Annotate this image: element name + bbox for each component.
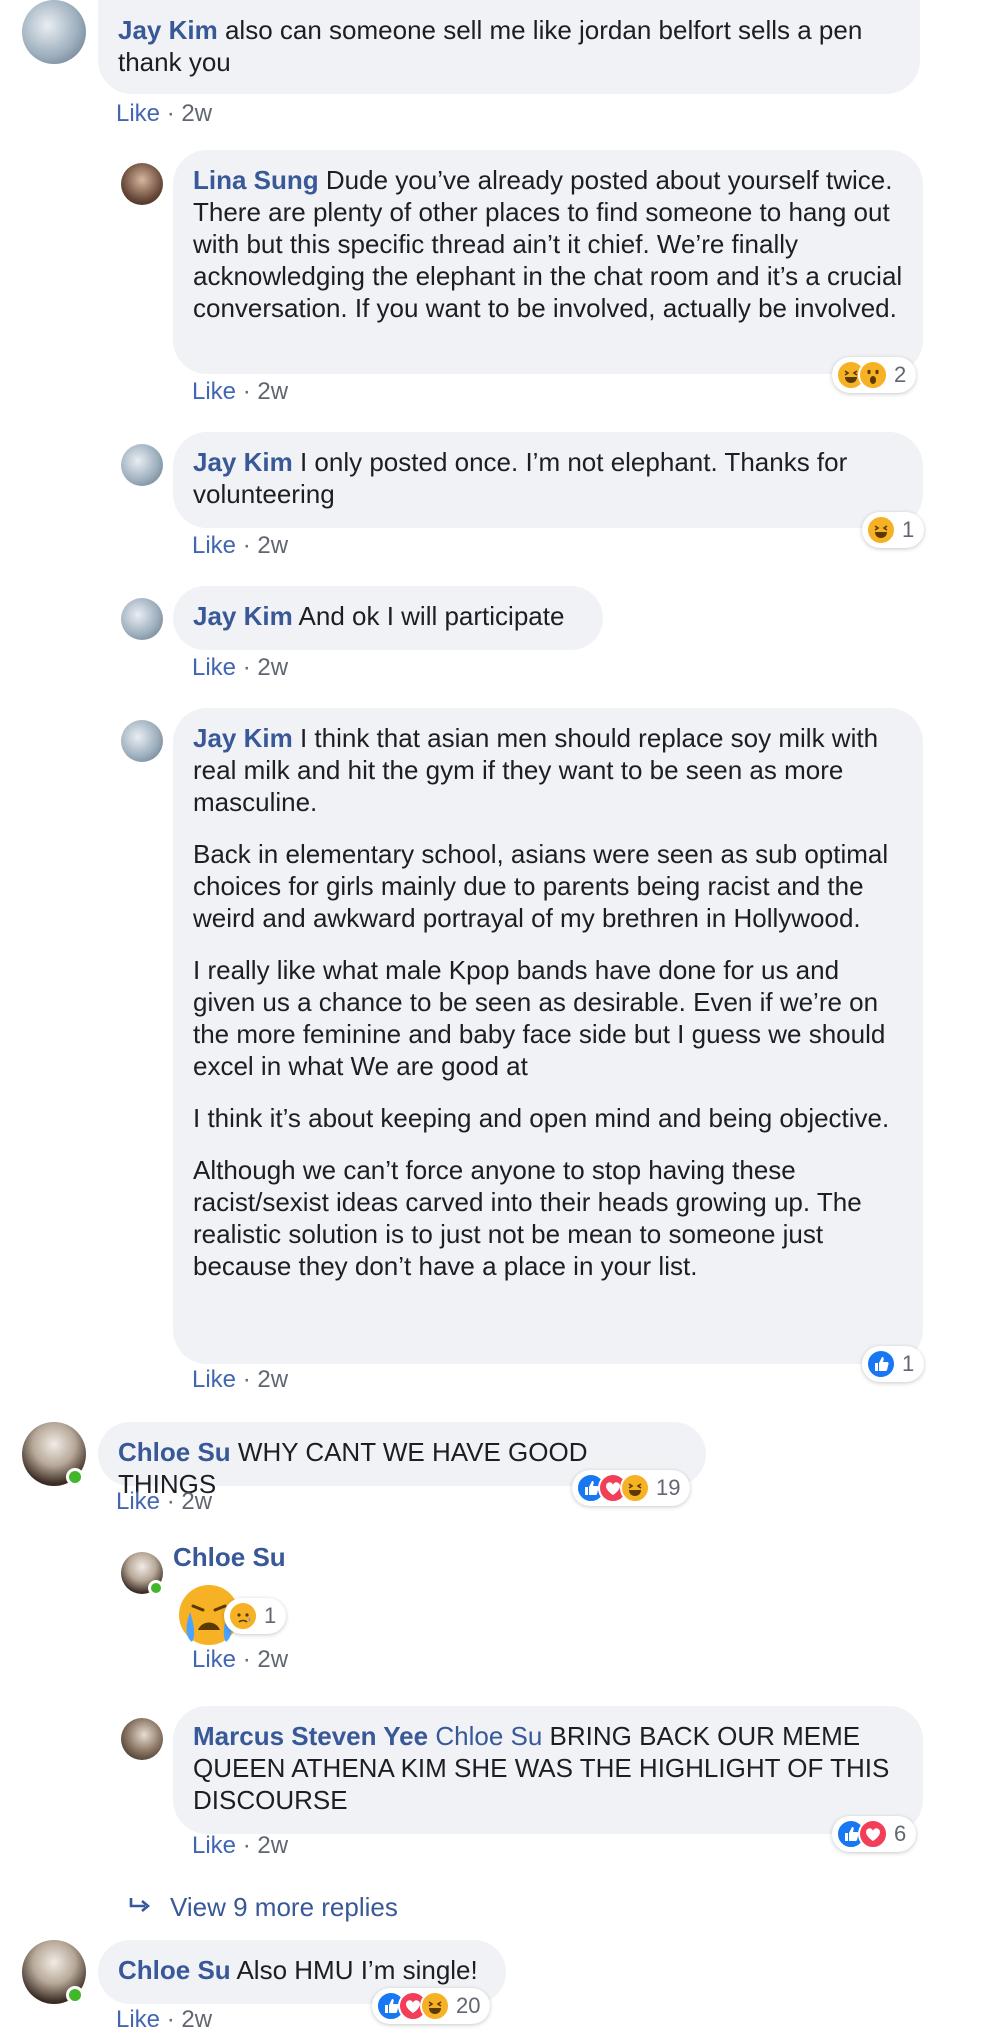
comment-actions: Like · 2w bbox=[192, 654, 289, 681]
haha-icon bbox=[866, 515, 896, 545]
timestamp[interactable]: 2w bbox=[181, 1488, 212, 1515]
reaction-summary[interactable]: 20 bbox=[372, 1988, 491, 2024]
avatar-jay-kim[interactable] bbox=[121, 598, 163, 640]
timestamp[interactable]: 2w bbox=[181, 100, 212, 127]
comment-bubble: Lina Sung Dude you’ve already posted abo… bbox=[173, 150, 923, 374]
view-more-label[interactable]: View 9 more replies bbox=[170, 1892, 398, 1923]
comment-text: also can someone sell me like jordan bel… bbox=[118, 15, 863, 77]
comment-author[interactable]: Chloe Su bbox=[118, 1437, 231, 1467]
comment-paragraph: Back in elementary school, asians were s… bbox=[193, 839, 889, 933]
like-button[interactable]: Like bbox=[116, 100, 160, 127]
avatar-jay-kim[interactable] bbox=[22, 0, 86, 64]
comment-paragraph: Although we can’t force anyone to stop h… bbox=[193, 1155, 862, 1281]
timestamp[interactable]: 2w bbox=[257, 1832, 288, 1859]
reaction-summary[interactable]: 1 bbox=[862, 512, 925, 548]
comment-paragraph: I really like what male Kpop bands have … bbox=[193, 955, 886, 1081]
like-button[interactable]: Like bbox=[116, 2006, 160, 2033]
online-status-indicator bbox=[148, 1580, 164, 1596]
comment-bubble: Jay Kim I think that asian men should re… bbox=[173, 708, 923, 1364]
reaction-summary[interactable]: 1 bbox=[862, 1346, 925, 1382]
reaction-count: 1 bbox=[902, 1351, 915, 1376]
love-icon bbox=[858, 1819, 888, 1849]
reaction-summary[interactable]: 6 bbox=[832, 1816, 917, 1852]
comment-author[interactable]: Lina Sung bbox=[193, 165, 319, 195]
comment-bubble: Jay Kim And ok I will participate bbox=[173, 586, 603, 650]
wow-icon bbox=[858, 360, 888, 390]
like-button[interactable]: Like bbox=[192, 1832, 236, 1859]
comment-actions: Like · 2w bbox=[116, 100, 213, 127]
comment-paragraph: I think it’s about keeping and open mind… bbox=[193, 1103, 890, 1133]
reaction-count: 6 bbox=[894, 1821, 907, 1846]
comment-text: I think that asian men should replace so… bbox=[193, 723, 879, 817]
comment-bubble: Marcus Steven Yee Chloe Su BRING BACK OU… bbox=[173, 1706, 923, 1834]
like-button[interactable]: Like bbox=[192, 378, 236, 405]
like-icon bbox=[866, 1349, 896, 1379]
timestamp[interactable]: 2w bbox=[181, 2006, 212, 2033]
comment-actions: Like · 2w bbox=[116, 2006, 213, 2033]
avatar-marcus-steven-yee[interactable] bbox=[121, 1718, 163, 1760]
comment-author[interactable]: Jay Kim bbox=[193, 601, 293, 631]
reaction-summary[interactable]: 2 bbox=[832, 357, 917, 393]
comment-actions: Like · 2w bbox=[192, 378, 289, 405]
timestamp[interactable]: 2w bbox=[257, 378, 288, 405]
reply-arrow-icon bbox=[128, 1892, 154, 1923]
haha-icon bbox=[420, 1991, 450, 2021]
haha-icon bbox=[620, 1473, 650, 1503]
comment-actions: Like · 2w bbox=[192, 1832, 289, 1859]
comment-author[interactable]: Marcus Steven Yee bbox=[193, 1721, 428, 1751]
reaction-count: 1 bbox=[264, 1603, 277, 1628]
reaction-count: 1 bbox=[902, 517, 915, 542]
comment-author[interactable]: Jay Kim bbox=[118, 15, 218, 45]
online-status-indicator bbox=[66, 1468, 84, 1486]
like-button[interactable]: Like bbox=[192, 532, 236, 559]
like-button[interactable]: Like bbox=[116, 1488, 160, 1515]
timestamp[interactable]: 2w bbox=[257, 532, 288, 559]
like-button[interactable]: Like bbox=[192, 654, 236, 681]
reaction-count: 2 bbox=[894, 362, 907, 387]
like-button[interactable]: Like bbox=[192, 1366, 236, 1393]
comment-actions: Like · 2w bbox=[116, 1488, 213, 1515]
avatar-jay-kim[interactable] bbox=[121, 720, 163, 762]
like-button[interactable]: Like bbox=[192, 1646, 236, 1673]
comment-text: And ok I will participate bbox=[298, 601, 565, 631]
comment-author[interactable]: Jay Kim bbox=[193, 447, 293, 477]
reaction-count: 20 bbox=[456, 1993, 481, 2018]
reaction-summary[interactable]: 1 bbox=[224, 1598, 287, 1634]
avatar-lina-sung[interactable] bbox=[121, 163, 163, 205]
mention-link[interactable]: Chloe Su bbox=[435, 1721, 542, 1751]
comment-actions: Like · 2w bbox=[192, 532, 289, 559]
comment-actions: Like · 2w bbox=[192, 1646, 289, 1673]
view-more-replies-link[interactable]: View 9 more replies bbox=[128, 1892, 398, 1923]
comment-author[interactable]: Chloe Su bbox=[118, 1955, 231, 1985]
comment-bubble: Jay Kim also can someone sell me like jo… bbox=[98, 0, 920, 94]
timestamp[interactable]: 2w bbox=[257, 654, 288, 681]
reaction-summary[interactable]: 19 bbox=[572, 1470, 691, 1506]
comment-author[interactable]: Chloe Su bbox=[173, 1542, 286, 1573]
comment-bubble: Jay Kim I only posted once. I’m not elep… bbox=[173, 432, 923, 528]
online-status-indicator bbox=[66, 1986, 84, 2004]
comment-author[interactable]: Jay Kim bbox=[193, 723, 293, 753]
avatar-jay-kim[interactable] bbox=[121, 444, 163, 486]
comment-text: Also HMU I’m single! bbox=[236, 1955, 478, 1985]
timestamp[interactable]: 2w bbox=[257, 1366, 288, 1393]
comment-actions: Like · 2w bbox=[192, 1366, 289, 1393]
timestamp[interactable]: 2w bbox=[257, 1646, 288, 1673]
reaction-count: 19 bbox=[656, 1475, 681, 1500]
sad-icon bbox=[228, 1601, 258, 1631]
